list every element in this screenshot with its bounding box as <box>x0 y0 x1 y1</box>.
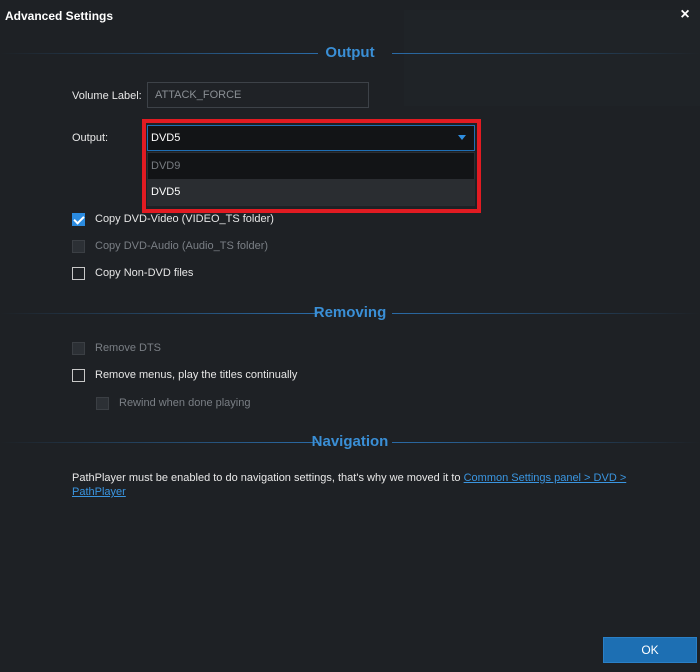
title-bar: Advanced Settings × <box>0 0 700 32</box>
copy-dvd-audio-checkbox <box>72 240 85 253</box>
copy-non-dvd-option[interactable]: Copy Non-DVD files <box>72 266 332 282</box>
ok-button[interactable]: OK <box>603 637 697 663</box>
copy-dvd-audio-label: Copy DVD-Audio (Audio_TS folder) <box>95 240 269 252</box>
close-icon[interactable]: × <box>678 7 692 23</box>
rewind-checkbox <box>96 397 109 410</box>
remove-dts-label: Remove DTS <box>95 342 162 354</box>
navigation-message: PathPlayer must be enabled to do navigat… <box>72 471 632 499</box>
remove-menus-option[interactable]: Remove menus, play the titles continuall… <box>72 368 372 384</box>
output-caption: Output: <box>72 132 109 144</box>
section-divider <box>392 442 700 443</box>
remove-dts-checkbox <box>72 342 85 355</box>
copy-dvd-audio-option: Copy DVD-Audio (Audio_TS folder) <box>72 239 332 255</box>
advanced-settings-dialog: Advanced Settings × Output Volume Label:… <box>0 0 700 672</box>
copy-non-dvd-label: Copy Non-DVD files <box>95 267 194 279</box>
volume-label-input[interactable] <box>148 83 368 107</box>
volume-label-caption: Volume Label: <box>72 90 142 102</box>
copy-dvd-video-checkbox[interactable] <box>72 213 85 226</box>
remove-menus-checkbox[interactable] <box>72 369 85 382</box>
rewind-option: Rewind when done playing <box>96 396 356 412</box>
navigation-section-header: Navigation <box>0 431 700 455</box>
remove-dts-option: Remove DTS <box>72 341 332 357</box>
volume-label-field[interactable] <box>147 82 369 108</box>
annotation-highlight-box <box>142 119 481 213</box>
copy-dvd-video-option[interactable]: Copy DVD-Video (VIDEO_TS folder) <box>72 212 332 228</box>
copy-non-dvd-checkbox[interactable] <box>72 267 85 280</box>
dialog-title: Advanced Settings <box>5 9 114 23</box>
removing-section-header: Removing <box>0 302 700 326</box>
rewind-label: Rewind when done playing <box>119 397 251 409</box>
copy-dvd-video-label: Copy DVD-Video (VIDEO_TS folder) <box>95 213 274 225</box>
section-divider <box>392 313 700 314</box>
remove-menus-label: Remove menus, play the titles continuall… <box>95 369 298 381</box>
section-divider <box>392 53 700 54</box>
navigation-text: PathPlayer must be enabled to do navigat… <box>72 472 464 484</box>
output-section-header: Output <box>0 42 700 66</box>
